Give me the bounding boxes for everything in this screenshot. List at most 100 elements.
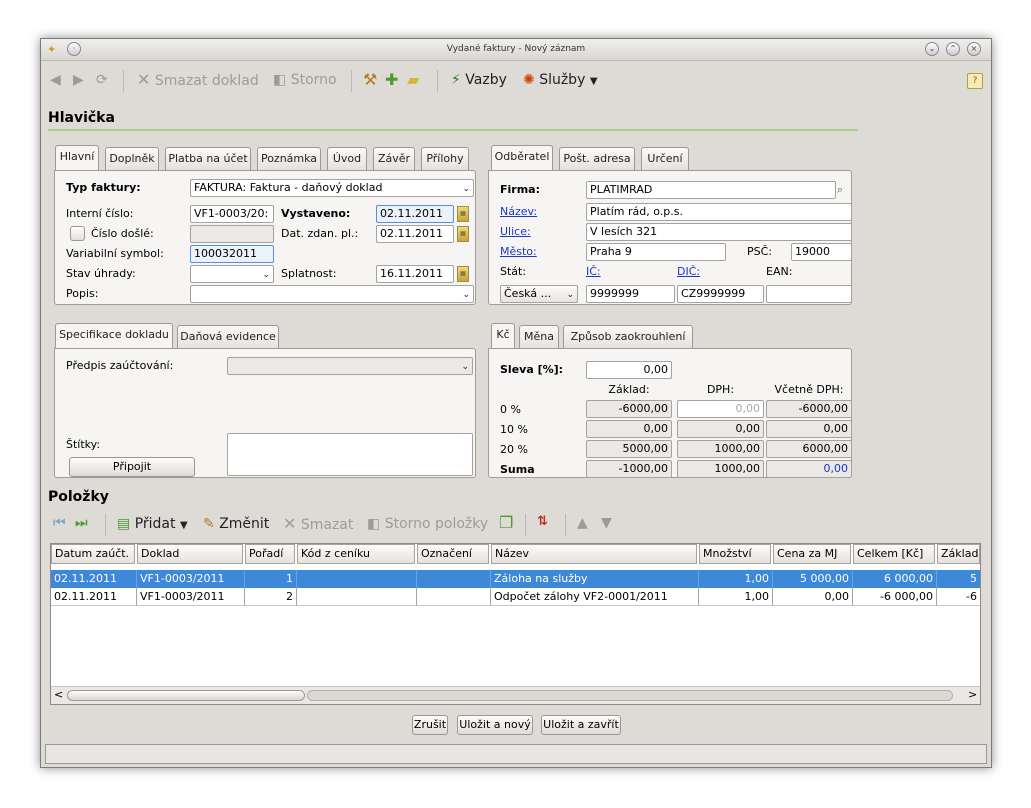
tab-zaver[interactable]: Závěr [373, 147, 415, 171]
received-no-field[interactable] [190, 225, 274, 243]
sum-total-field: 0,00 [766, 460, 852, 478]
cell [417, 588, 491, 606]
attach-button[interactable]: Připojit [69, 457, 195, 477]
tab-platba[interactable]: Platba na účet [165, 147, 251, 171]
first-icon[interactable]: ⏮ [53, 514, 66, 532]
tab-odberatel[interactable]: Odběratel [491, 145, 553, 171]
cell: 1,00 [699, 570, 773, 588]
received-no-checkbox[interactable] [70, 226, 85, 241]
vat-field[interactable]: 0,00 [677, 400, 764, 418]
invoice-type-select[interactable]: FAKTURA: Faktura - daňový doklad ⌄ [190, 179, 474, 197]
posting-select[interactable]: ⌄ [227, 357, 473, 375]
col-header[interactable]: Množství [699, 544, 771, 564]
scroll-left-icon[interactable]: < [54, 688, 63, 701]
horizontal-scrollbar[interactable]: < > [51, 686, 980, 704]
scrollbar-track[interactable] [307, 690, 953, 701]
tab-danova-evidence[interactable]: Daňová evidence [177, 325, 279, 349]
calendar-icon[interactable]: ▦ [457, 206, 469, 222]
dic-label[interactable]: DIČ: [677, 265, 700, 279]
street-label[interactable]: Ulice: [500, 225, 531, 239]
ean-label: EAN: [766, 265, 793, 278]
ean-field[interactable] [766, 285, 852, 303]
due-date-field[interactable]: 16.11.2011 [376, 265, 454, 283]
tab-specifikace[interactable]: Specifikace dokladu [55, 323, 173, 349]
move-down-icon[interactable]: ▼ [601, 514, 612, 532]
var-symbol-field[interactable]: 100032011 [190, 245, 274, 263]
close-icon[interactable]: × [967, 42, 981, 56]
col-header[interactable]: Kód z ceníku [297, 544, 415, 564]
tab-doplnek[interactable]: Doplněk [105, 147, 159, 171]
back-icon[interactable]: ◀ [50, 71, 61, 89]
links-button[interactable]: ⚡ Vazby [451, 71, 507, 89]
col-header[interactable]: Název [491, 544, 697, 564]
col-header[interactable]: Cena za MJ [773, 544, 851, 564]
tab-hlavni[interactable]: Hlavní [55, 145, 99, 171]
delete-item-button[interactable]: ✕ Smazat [283, 515, 353, 534]
ic-field[interactable]: 9999999 [586, 285, 675, 303]
name-label[interactable]: Název: [500, 205, 537, 219]
firm-field[interactable]: PLATIMRAD [586, 181, 836, 199]
col-header[interactable]: Označení [417, 544, 489, 564]
cancel-button[interactable]: Zrušit [412, 715, 448, 735]
ic-label[interactable]: IČ: [586, 265, 601, 279]
calendar-icon[interactable]: ▦ [457, 226, 469, 242]
pay-status-select[interactable]: ⌄ [190, 265, 274, 283]
copy-icon[interactable]: ❐ [499, 514, 513, 532]
tab-kc[interactable]: Kč [491, 323, 515, 349]
tab-urceni[interactable]: Určení [641, 147, 689, 171]
issued-date-field[interactable]: 02.11.2011 [376, 205, 454, 223]
col-header[interactable]: Celkem [Kč] [853, 544, 935, 564]
storno-item-button[interactable]: ◧ Storno položky [367, 515, 488, 533]
tab-prilohy[interactable]: Přílohy [421, 147, 469, 171]
scrollbar-thumb[interactable] [67, 690, 305, 701]
save-new-button[interactable]: Uložit a nový [457, 715, 533, 735]
maximize-icon[interactable]: ⌃ [946, 42, 960, 56]
section-title-items: Položky [48, 489, 109, 505]
move-up-icon[interactable]: ▲ [577, 514, 588, 532]
chevron-down-icon: ⌄ [462, 184, 470, 194]
scroll-right-icon[interactable]: > [968, 688, 977, 701]
col-header[interactable]: Doklad [137, 544, 243, 564]
services-button[interactable]: ✺ Služby ▼ [523, 71, 598, 91]
internal-no-field[interactable]: VF1-0003/20: [190, 205, 274, 223]
tags-label: Štítky: [66, 438, 101, 451]
name-field[interactable]: Platím rád, o.p.s. [586, 203, 852, 221]
desc-select[interactable]: ⌄ [190, 285, 474, 303]
tab-uvod[interactable]: Úvod [327, 147, 367, 171]
tax-date-field[interactable]: 02.11.2011 [376, 225, 454, 243]
storno-button[interactable]: ◧ Storno [273, 71, 337, 89]
sort-icon[interactable]: ⇅ [537, 513, 548, 531]
street-field[interactable]: V lesích 321 [586, 223, 852, 241]
tools-icon[interactable]: ⚒ [363, 71, 377, 89]
zip-field[interactable]: 19000 [791, 243, 852, 261]
storno-icon: ◧ [273, 72, 287, 88]
new-doc-icon[interactable]: ✚ [385, 71, 398, 89]
city-label[interactable]: Město: [500, 245, 537, 259]
edit-item-button[interactable]: ✎ Změnit [203, 515, 269, 533]
add-item-button[interactable]: ▤ Přidat ▼ [117, 515, 188, 535]
save-close-button[interactable]: Uložit a zavřít [541, 715, 621, 735]
minimize-icon[interactable]: ⌄ [925, 42, 939, 56]
country-select[interactable]: Česká ... ⌄ [500, 285, 578, 303]
tab-mena[interactable]: Měna [519, 325, 559, 349]
table-row[interactable]: 02.11.2011 VF1-0003/2011 2 Odpočet záloh… [51, 588, 980, 606]
col-header[interactable]: Pořadí [245, 544, 295, 564]
tab-post-adresa[interactable]: Pošt. adresa [559, 147, 635, 171]
help-icon[interactable]: ? [967, 73, 983, 89]
tab-zaokrouhleni[interactable]: Způsob zaokrouhlení [563, 325, 693, 349]
refresh-icon[interactable]: ⟳ [96, 71, 108, 89]
folder-icon[interactable]: ▰ [407, 71, 419, 89]
dic-field[interactable]: CZ9999999 [677, 285, 764, 303]
col-header[interactable]: Základ [ [937, 544, 980, 564]
last-icon[interactable]: ⏭ [75, 514, 88, 532]
tags-field[interactable] [227, 433, 473, 476]
forward-icon[interactable]: ▶ [73, 71, 84, 89]
tab-poznamka[interactable]: Poznámka [257, 147, 321, 171]
search-icon[interactable]: ⌕ [837, 183, 851, 199]
calendar-icon[interactable]: ▦ [457, 266, 469, 282]
discount-field[interactable]: 0,00 [586, 361, 672, 379]
table-row[interactable]: 02.11.2011 VF1-0003/2011 1 Záloha na slu… [51, 570, 980, 588]
city-field[interactable]: Praha 9 [586, 243, 726, 261]
delete-doc-button[interactable]: ✕ Smazat doklad [137, 71, 259, 90]
col-header[interactable]: Datum zaúčt. [51, 544, 135, 564]
